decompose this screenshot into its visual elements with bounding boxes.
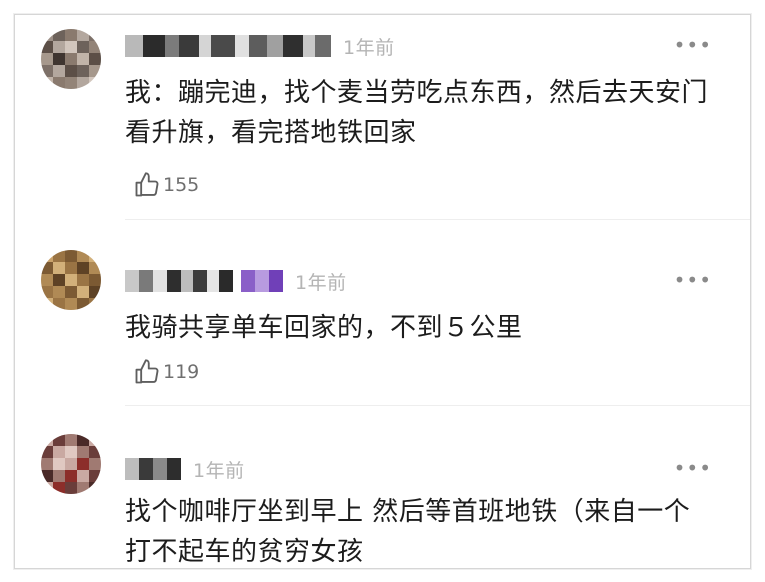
like-count: 155 <box>163 174 200 196</box>
like-button[interactable]: 155 <box>133 171 199 199</box>
thumbs-up-icon <box>135 359 159 384</box>
comment-time: 1年前 <box>193 459 245 482</box>
comment-item: 1年前 ••• 我骑共享单车回家的，不到５公里 119 <box>15 220 750 405</box>
comment-time: 1年前 <box>295 271 347 294</box>
comment-list: 1年前 ••• 我：蹦完迪，找个麦当劳吃点东西，然后去天安门看升旗，看完搭地铁回… <box>14 14 751 569</box>
comment-header: 1年前 <box>125 31 395 61</box>
thumbs-up-icon <box>135 172 159 197</box>
avatar[interactable] <box>41 29 101 89</box>
more-options-icon[interactable]: ••• <box>674 33 712 57</box>
comment-text: 找个咖啡厅坐到早上 然后等首班地铁（来自一个打不起车的贫穷女孩 <box>125 497 691 567</box>
comment-text: 我骑共享单车回家的，不到５公里 <box>125 313 523 343</box>
like-count: 119 <box>163 361 200 383</box>
avatar[interactable] <box>41 250 101 310</box>
comment-header: 1年前 <box>125 266 347 296</box>
comment-item: 1年前 ••• 我：蹦完迪，找个麦当劳吃点东西，然后去天安门看升旗，看完搭地铁回… <box>15 15 750 220</box>
avatar[interactable] <box>41 434 101 494</box>
comment-text: 我：蹦完迪，找个麦当劳吃点东西，然后去天安门看升旗，看完搭地铁回家 <box>125 78 709 148</box>
more-options-icon[interactable]: ••• <box>674 456 712 480</box>
username-blurred[interactable] <box>125 35 331 57</box>
comment-time: 1年前 <box>343 36 395 59</box>
comment-header: 1年前 <box>125 454 245 484</box>
username-blurred[interactable] <box>125 458 181 480</box>
comment-item: 1年前 ••• 找个咖啡厅坐到早上 然后等首班地铁（来自一个打不起车的贫穷女孩 <box>15 406 750 568</box>
like-button[interactable]: 119 <box>133 358 199 386</box>
more-options-icon[interactable]: ••• <box>674 268 712 292</box>
username-blurred[interactable] <box>125 270 283 292</box>
